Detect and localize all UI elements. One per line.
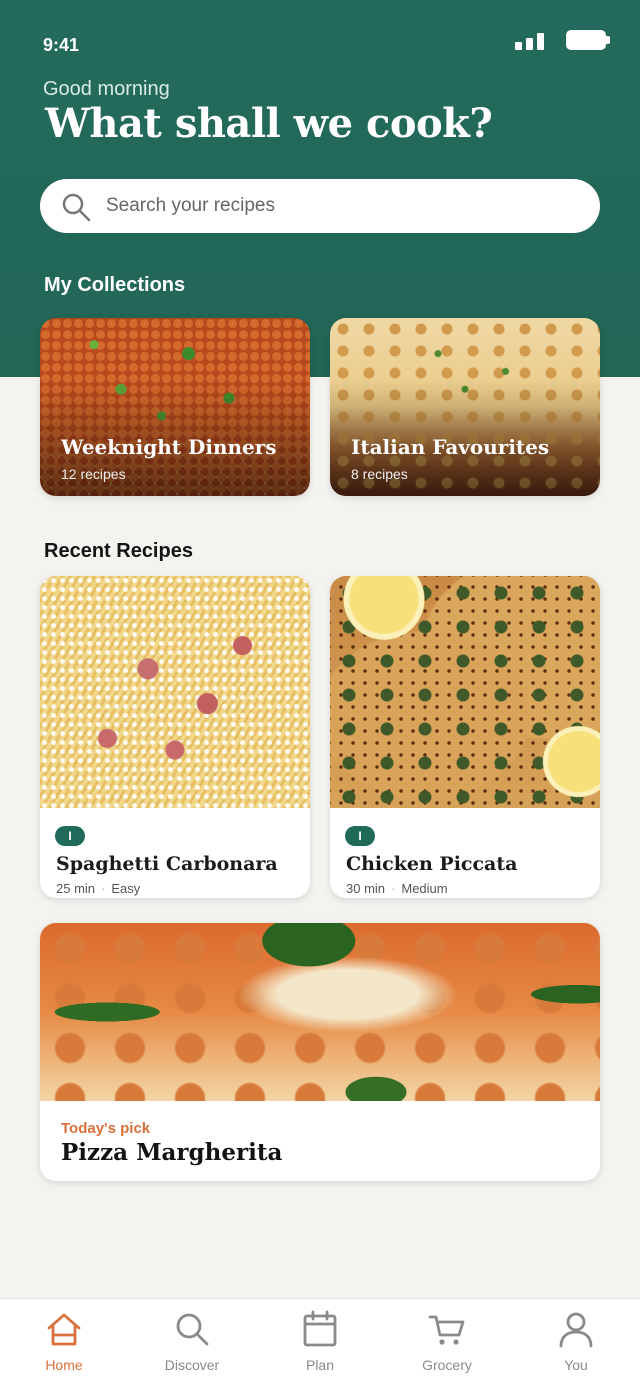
cart-icon — [428, 1315, 465, 1345]
tab-label: You — [564, 1357, 588, 1373]
tab-home[interactable]: Home — [14, 1307, 114, 1377]
collection-card-italian-favourites[interactable]: Italian Favourites 8 recipes — [330, 318, 600, 496]
tab-you[interactable]: You — [526, 1307, 626, 1377]
tab-label: Home — [45, 1357, 83, 1373]
search-icon — [176, 1313, 209, 1346]
recipe-image — [40, 576, 310, 808]
home-icon — [47, 1313, 81, 1346]
recipe-name: Chicken Piccata — [346, 853, 518, 875]
recipe-time: 30 min — [346, 881, 386, 896]
cuisine-badge: I — [55, 826, 85, 846]
todays-pick-card[interactable]: Today's pick Pizza Margherita — [40, 923, 600, 1181]
collections-heading: My Collections — [44, 274, 186, 296]
calendar-icon — [303, 1310, 337, 1347]
recent-recipes-heading: Recent Recipes — [44, 540, 193, 562]
tab-grocery[interactable]: Grocery — [397, 1307, 497, 1377]
tab-label: Grocery — [422, 1357, 472, 1373]
recipe-meta: 30 min · Medium — [346, 881, 448, 896]
signal-icon — [515, 32, 547, 50]
bottom-tab-bar: Home Discover Plan Grocery You — [0, 1298, 640, 1387]
tab-label: Discover — [164, 1357, 220, 1373]
status-bar: 9:41 — [0, 0, 640, 80]
collection-name: Italian Favourites — [351, 435, 550, 459]
collection-count: 8 recipes — [351, 466, 408, 482]
collection-count: 12 recipes — [61, 466, 126, 482]
collection-name: Weeknight Dinners — [61, 435, 277, 459]
recipe-name: Pizza Margherita — [61, 1139, 283, 1166]
recipe-card-spaghetti-carbonara[interactable]: I Spaghetti Carbonara 25 min · Easy — [40, 576, 310, 898]
tab-label: Plan — [305, 1357, 335, 1373]
todays-pick-label: Today's pick — [61, 1120, 151, 1137]
recipe-difficulty: Easy — [111, 881, 141, 896]
status-time: 9:41 — [43, 35, 80, 55]
tab-plan[interactable]: Plan — [270, 1307, 370, 1377]
recipe-image — [40, 923, 600, 1101]
recipe-name: Spaghetti Carbonara — [56, 853, 278, 875]
recipe-image — [330, 576, 600, 808]
recipe-difficulty: Medium — [401, 881, 448, 896]
page-title: What shall we cook? — [45, 100, 493, 147]
user-icon — [559, 1312, 593, 1348]
greeting-text: Good morning — [43, 78, 170, 100]
tab-discover[interactable]: Discover — [142, 1307, 242, 1377]
recipe-meta: 25 min · Easy — [56, 881, 141, 896]
search-bar[interactable] — [40, 179, 600, 233]
search-icon — [62, 193, 91, 222]
recipe-time: 25 min — [56, 881, 96, 896]
cuisine-badge: I — [345, 826, 375, 846]
recipe-card-chicken-piccata[interactable]: I Chicken Piccata 30 min · Medium — [330, 576, 600, 898]
battery-icon — [566, 30, 610, 50]
collection-card-weeknight-dinners[interactable]: Weeknight Dinners 12 recipes — [40, 318, 310, 496]
search-input[interactable] — [106, 189, 566, 223]
